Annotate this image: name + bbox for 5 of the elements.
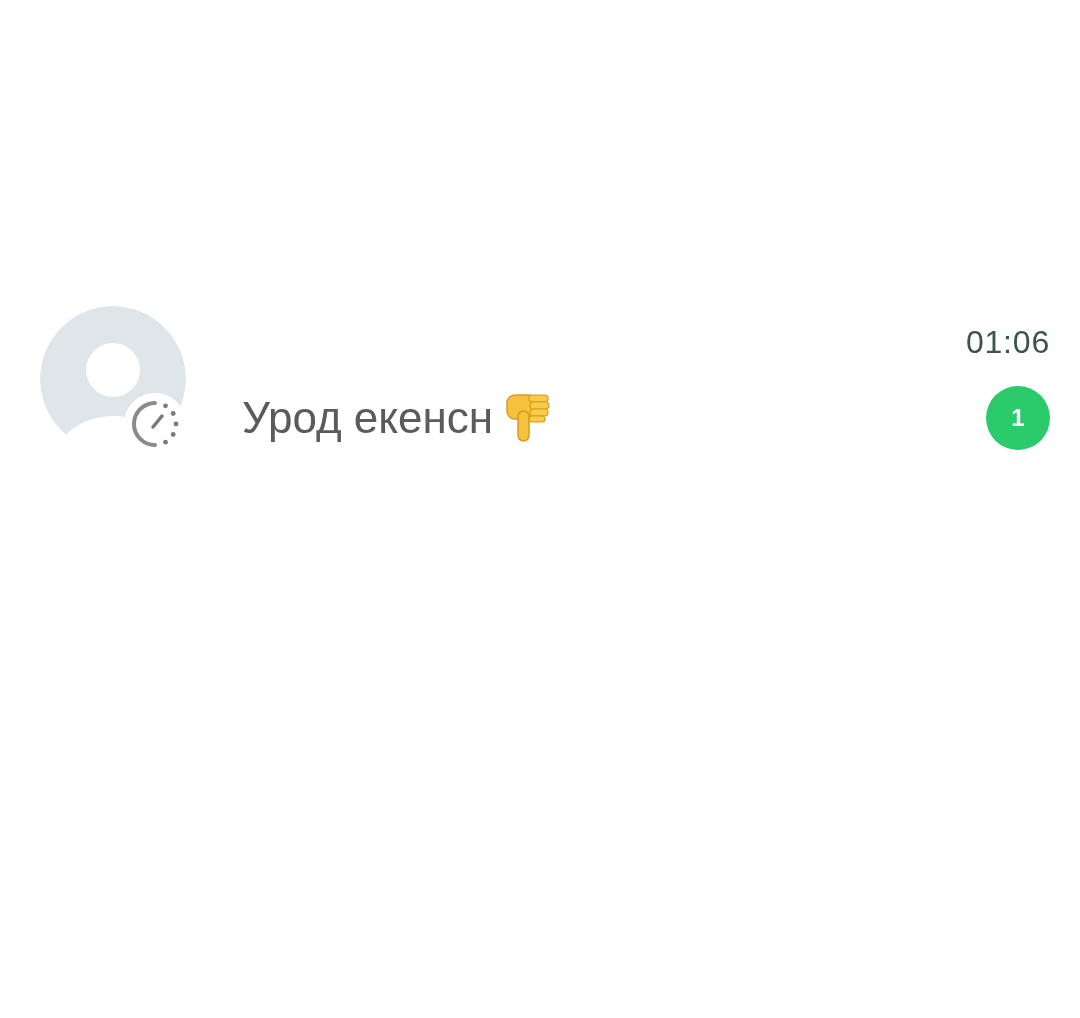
message-text: Урод екенсн xyxy=(242,392,494,444)
message-time: 01:06 xyxy=(965,323,1050,362)
avatar-icon xyxy=(40,306,186,452)
thumbs-down-icon xyxy=(505,393,552,443)
unread-count-badge: 1 xyxy=(986,386,1050,450)
